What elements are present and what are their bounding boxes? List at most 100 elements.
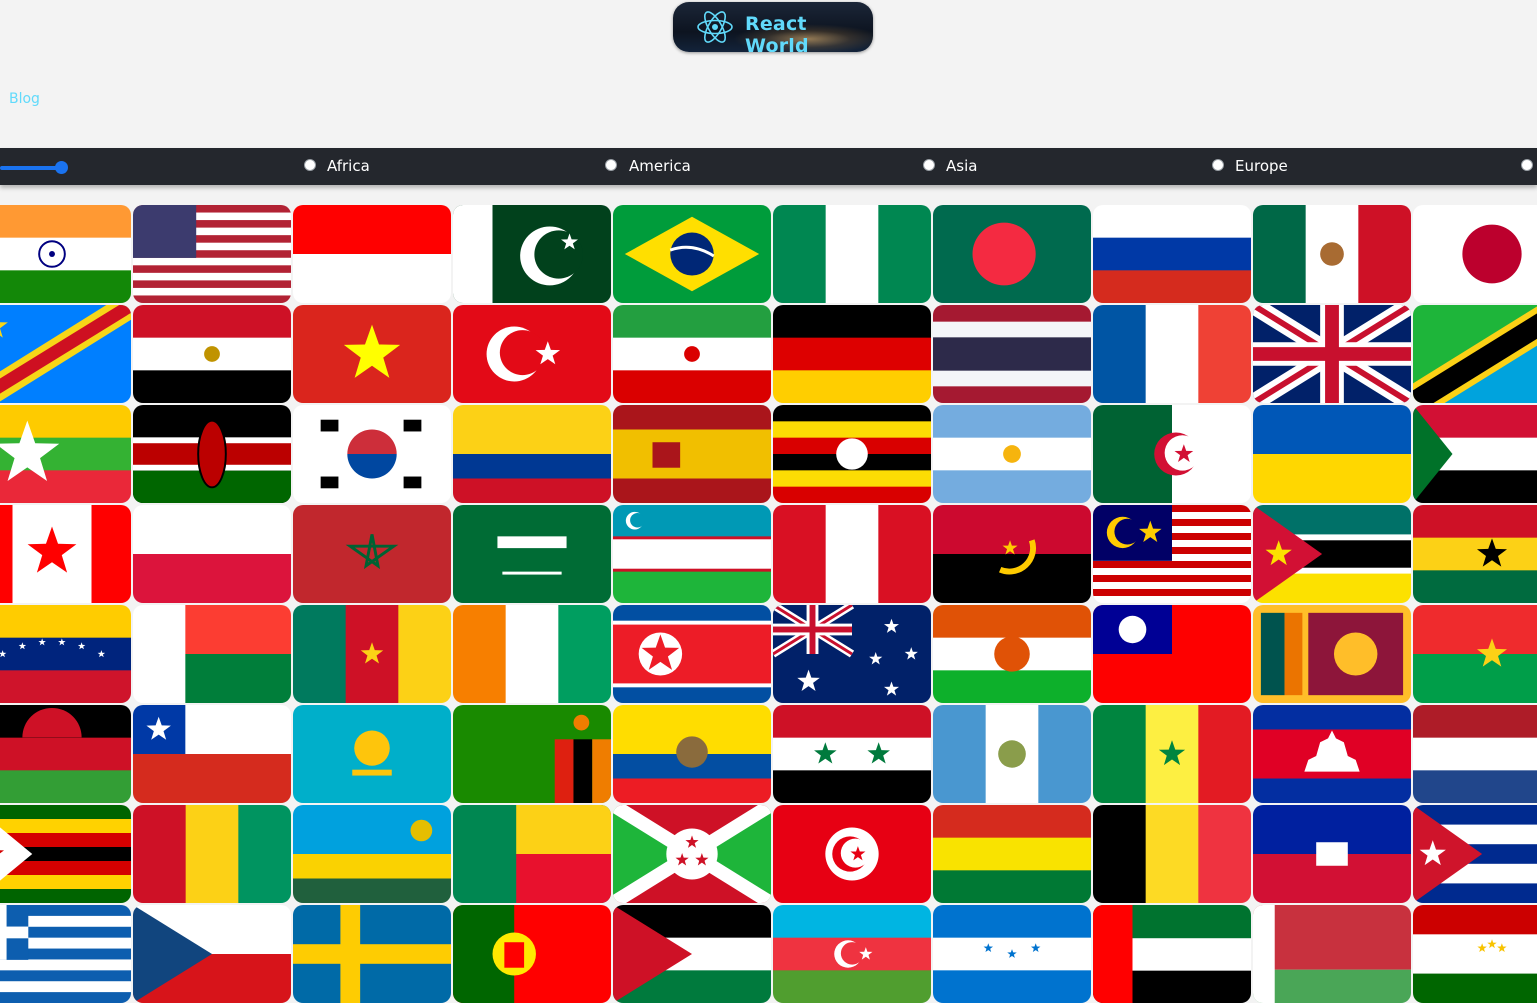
flag-ukraine[interactable]: [1253, 405, 1411, 503]
flag-tunisia[interactable]: [773, 805, 931, 903]
flag-mexico[interactable]: [1253, 205, 1411, 303]
flag-portugal[interactable]: [453, 905, 611, 1003]
flag-bangladesh[interactable]: [933, 205, 1091, 303]
flag-uganda[interactable]: [773, 405, 931, 503]
flag-kenya[interactable]: [133, 405, 291, 503]
flag-senegal[interactable]: [1093, 705, 1251, 803]
flag-rwanda[interactable]: [293, 805, 451, 903]
radio-oceania[interactable]: [1521, 159, 1533, 171]
flag-jordan[interactable]: [613, 905, 771, 1003]
flag-haiti[interactable]: [1253, 805, 1411, 903]
flag-japan[interactable]: [1413, 205, 1537, 303]
flag-kazakhstan[interactable]: [293, 705, 451, 803]
flag-pakistan[interactable]: [453, 205, 611, 303]
flag-poland[interactable]: [133, 505, 291, 603]
flag-guinea[interactable]: [133, 805, 291, 903]
flag-netherlands[interactable]: [1413, 705, 1537, 803]
flag-peru[interactable]: [773, 505, 931, 603]
flag-guatemala[interactable]: [933, 705, 1091, 803]
flag-belarus[interactable]: [1253, 905, 1411, 1003]
flag-cambodia[interactable]: [1253, 705, 1411, 803]
flag-ghana[interactable]: [1413, 505, 1537, 603]
flag-rwanda-image: [293, 805, 451, 903]
flag-portugal-image: [453, 905, 611, 1003]
flag-chile[interactable]: [133, 705, 291, 803]
flag-mozambique[interactable]: [1253, 505, 1411, 603]
flag-taiwan[interactable]: [1093, 605, 1251, 703]
flag-burkina-faso[interactable]: [1413, 605, 1537, 703]
flag-spain[interactable]: [613, 405, 771, 503]
flag-tajikistan[interactable]: [1413, 905, 1537, 1003]
flag-bolivia[interactable]: [933, 805, 1091, 903]
flag-morocco[interactable]: [293, 505, 451, 603]
blog-link[interactable]: Blog: [9, 91, 40, 107]
flag-dr-congo[interactable]: [0, 305, 131, 403]
flag-venezuela[interactable]: [0, 605, 131, 703]
flag-sweden[interactable]: [293, 905, 451, 1003]
flag-honduras[interactable]: [933, 905, 1091, 1003]
flag-russia[interactable]: [1093, 205, 1251, 303]
population-slider-thumb[interactable]: [55, 161, 68, 174]
flag-north-korea[interactable]: [613, 605, 771, 703]
flag-saudi-arabia[interactable]: [453, 505, 611, 603]
flag-cameroon[interactable]: [293, 605, 451, 703]
flag-uzbekistan[interactable]: [613, 505, 771, 603]
flag-brazil[interactable]: [613, 205, 771, 303]
flag-uae[interactable]: [1093, 905, 1251, 1003]
flag-india[interactable]: [0, 205, 131, 303]
flag-united-kingdom[interactable]: [1253, 305, 1411, 403]
flag-ecuador[interactable]: [613, 705, 771, 803]
flag-belgium[interactable]: [1093, 805, 1251, 903]
radio-america[interactable]: [605, 159, 617, 171]
flag-niger[interactable]: [933, 605, 1091, 703]
flag-argentina[interactable]: [933, 405, 1091, 503]
flag-france[interactable]: [1093, 305, 1251, 403]
flag-belarus-image: [1253, 905, 1411, 1003]
flag-usa[interactable]: [133, 205, 291, 303]
flag-iran[interactable]: [613, 305, 771, 403]
flag-greece[interactable]: [0, 905, 131, 1003]
flag-germany[interactable]: [773, 305, 931, 403]
flag-kazakhstan-image: [293, 705, 451, 803]
flag-cuba[interactable]: [1413, 805, 1537, 903]
flag-argentina-image: [933, 405, 1091, 503]
flag-senegal-image: [1093, 705, 1251, 803]
population-slider-track[interactable]: [0, 166, 62, 170]
flag-south-korea[interactable]: [293, 405, 451, 503]
flag-canada[interactable]: [0, 505, 131, 603]
flag-egypt[interactable]: [133, 305, 291, 403]
flag-australia[interactable]: [773, 605, 931, 703]
radio-africa[interactable]: [304, 159, 316, 171]
flag-burundi[interactable]: [613, 805, 771, 903]
flag-madagascar[interactable]: [133, 605, 291, 703]
flag-ivory-coast[interactable]: [453, 605, 611, 703]
flag-north-korea-image: [613, 605, 771, 703]
logo-title: React World: [745, 13, 809, 52]
radio-asia[interactable]: [923, 159, 935, 171]
flag-syria[interactable]: [773, 705, 931, 803]
flag-nigeria[interactable]: [773, 205, 931, 303]
flag-benin[interactable]: [453, 805, 611, 903]
flag-myanmar[interactable]: [0, 405, 131, 503]
flag-czechia[interactable]: [133, 905, 291, 1003]
flag-sudan[interactable]: [1413, 405, 1537, 503]
flag-tanzania[interactable]: [1413, 305, 1537, 403]
flag-azerbaijan[interactable]: [773, 905, 931, 1003]
flag-mozambique-image: [1253, 505, 1411, 603]
flag-colombia[interactable]: [453, 405, 611, 503]
radio-label-africa: Africa: [327, 157, 370, 175]
flag-algeria[interactable]: [1093, 405, 1251, 503]
flag-vietnam[interactable]: [293, 305, 451, 403]
flag-malaysia[interactable]: [1093, 505, 1251, 603]
flag-zimbabwe[interactable]: [0, 805, 131, 903]
flag-turkey[interactable]: [453, 305, 611, 403]
flag-uzbekistan-image: [613, 505, 771, 603]
flag-thailand[interactable]: [933, 305, 1091, 403]
flag-sri-lanka[interactable]: [1253, 605, 1411, 703]
flag-indonesia[interactable]: [293, 205, 451, 303]
radio-europe[interactable]: [1212, 159, 1224, 171]
react-world-logo[interactable]: React World: [673, 2, 873, 52]
flag-angola[interactable]: [933, 505, 1091, 603]
flag-zambia[interactable]: [453, 705, 611, 803]
flag-malawi[interactable]: [0, 705, 131, 803]
